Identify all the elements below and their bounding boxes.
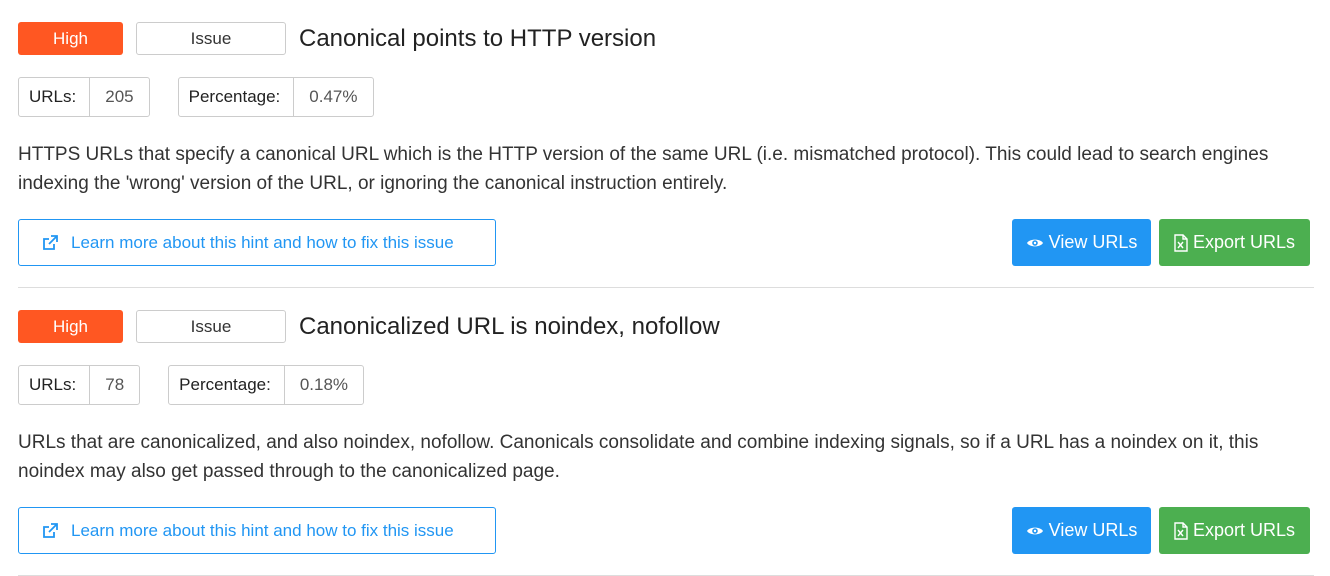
percentage-label: Percentage: [179, 78, 295, 116]
export-urls-label: Export URLs [1192, 232, 1296, 252]
hint-header: High Issue Canonical points to HTTP vers… [18, 22, 656, 55]
eye-icon [1026, 524, 1044, 538]
hint-title: Canonicalized URL is noindex, nofollow [299, 312, 720, 340]
hint-list: High Issue Canonical points to HTTP vers… [0, 0, 1330, 576]
learn-more-label: Learn more about this hint and how to fi… [71, 232, 454, 252]
view-urls-button[interactable]: View URLs [1012, 219, 1151, 266]
export-urls-button[interactable]: Export URLs [1159, 507, 1310, 554]
priority-badge: High [18, 310, 123, 343]
hint-stats: URLs: 78 Percentage: 0.18% [18, 365, 392, 405]
percentage-stat: Percentage: 0.18% [168, 365, 365, 405]
eye-icon [1026, 236, 1044, 250]
hint-title: Canonical points to HTTP version [299, 24, 657, 52]
type-badge: Issue [136, 310, 286, 343]
view-urls-label: View URLs [1048, 520, 1138, 540]
percentage-value: 0.47% [309, 87, 358, 106]
urls-stat: URLs: 205 [18, 77, 150, 117]
hint-actions: View URLs Export URLs [1012, 507, 1310, 554]
learn-more-label: Learn more about this hint and how to fi… [71, 520, 454, 540]
external-link-icon [41, 522, 59, 540]
export-urls-label: Export URLs [1192, 520, 1296, 540]
urls-value: 78 [105, 375, 125, 394]
hint-card: High Issue Canonical points to HTTP vers… [18, 0, 1314, 288]
view-urls-button[interactable]: View URLs [1012, 507, 1151, 554]
urls-stat: URLs: 78 [18, 365, 141, 405]
hint-header: High Issue Canonicalized URL is noindex,… [18, 310, 720, 343]
percentage-stat: Percentage: 0.47% [177, 77, 374, 117]
hint-actions: View URLs Export URLs [1012, 219, 1310, 266]
excel-file-icon [1174, 233, 1188, 252]
percentage-value: 0.18% [299, 375, 349, 394]
urls-label: URLs: [19, 366, 91, 404]
export-urls-button[interactable]: Export URLs [1159, 219, 1310, 266]
view-urls-label: View URLs [1048, 232, 1138, 252]
hint-description: HTTPS URLs that specify a canonical URL … [18, 144, 1269, 194]
percentage-label: Percentage: [169, 366, 285, 404]
urls-label: URLs: [19, 78, 91, 116]
hint-description: URLs that are canonicalized, and also no… [18, 432, 1259, 482]
hint-card: High Issue Canonicalized URL is noindex,… [18, 288, 1314, 576]
type-badge: Issue [136, 22, 286, 55]
learn-more-button[interactable]: Learn more about this hint and how to fi… [18, 219, 496, 266]
external-link-icon [41, 234, 59, 252]
hint-stats: URLs: 205 Percentage: 0.47% [18, 77, 402, 117]
priority-badge: High [18, 22, 123, 55]
urls-value: 205 [105, 87, 134, 106]
learn-more-button[interactable]: Learn more about this hint and how to fi… [18, 507, 496, 554]
excel-file-icon [1174, 521, 1188, 540]
